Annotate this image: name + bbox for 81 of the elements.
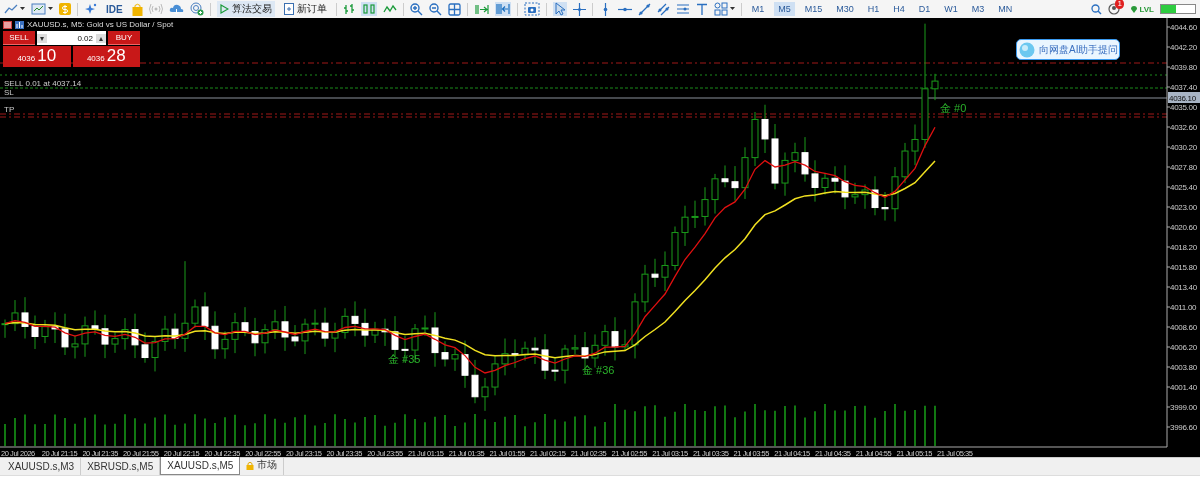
notification-badge: 1 (1115, 0, 1124, 9)
timeframe-button[interactable]: H1 (863, 2, 884, 16)
bar-chart-icon[interactable] (342, 2, 355, 16)
timeframe-button[interactable]: M30 (832, 2, 858, 16)
order-line-label: SL (4, 88, 14, 97)
text-tool-icon[interactable] (695, 2, 708, 16)
price-tick-label: 4044.60 (1170, 23, 1197, 32)
price-tick-label: 4006.20 (1170, 343, 1197, 352)
price-tick-label: 4027.80 (1170, 163, 1197, 172)
grid-icon[interactable] (447, 2, 461, 16)
position-label: 金 #0 (940, 102, 967, 114)
caret-icon[interactable] (20, 7, 25, 11)
zoom-out-icon[interactable] (428, 2, 442, 16)
globe-plus-icon[interactable] (189, 2, 204, 16)
new-order-icon (283, 3, 294, 15)
chart-icon[interactable] (15, 20, 24, 29)
shapes-icon[interactable] (713, 2, 728, 16)
chart-title: XAUUSD.s, M5: Gold vs US Dollar / Spot (27, 20, 174, 29)
line-chart-icon[interactable] (4, 3, 18, 15)
zoom-in-icon[interactable] (409, 2, 423, 16)
price-tick-label: 3996.60 (1170, 423, 1197, 432)
price-tick-label: 4011.00 (1170, 303, 1197, 312)
price-tick-label: 4018.20 (1170, 243, 1197, 252)
new-order-button[interactable]: 新订单 (280, 1, 330, 17)
price-tick-label: 4039.80 (1170, 63, 1197, 72)
price-tick-label: 4001.40 (1170, 383, 1197, 392)
price-tick-label: 4042.20 (1170, 43, 1197, 52)
timeframe-button[interactable]: M15 (800, 2, 827, 16)
lot-field[interactable]: ▾ 0.02 ▴ (37, 31, 106, 45)
price-tick-label: 4015.80 (1170, 263, 1197, 272)
cloud-icon[interactable] (168, 3, 184, 15)
chart-shift-icon[interactable] (494, 2, 511, 16)
ai-assistant-button[interactable]: 向网盘AI助手提问 (1016, 39, 1120, 60)
line-chart-icon[interactable] (382, 3, 397, 15)
ide-button[interactable]: IDE (103, 2, 126, 16)
trend-line-icon[interactable] (637, 2, 651, 16)
pin-icon (1130, 5, 1139, 13)
buy-button[interactable]: BUY (108, 31, 140, 45)
timeframe-button[interactable]: D1 (914, 2, 935, 16)
current-price-label: 4036.10 (1168, 92, 1200, 103)
timeframe-button[interactable]: W1 (940, 2, 962, 16)
crosshair-icon[interactable] (572, 2, 586, 16)
screenshot-icon[interactable] (523, 2, 540, 16)
chart-tab[interactable]: XAUUSD.s,M5 (160, 457, 241, 475)
algo-trading-button[interactable]: 算法交易 (216, 1, 275, 17)
sparkle-icon[interactable] (84, 2, 97, 16)
window-icon[interactable] (31, 3, 46, 15)
caret-icon[interactable] (48, 7, 53, 11)
position-label: 金 #36 (582, 364, 615, 376)
timeframe-button[interactable]: M3 (967, 2, 989, 16)
search-icon[interactable] (1091, 3, 1103, 15)
timeframe-button[interactable]: M1 (747, 2, 769, 16)
price-tick-label: 4037.40 (1170, 83, 1197, 92)
price-tick-label: 4030.20 (1170, 143, 1197, 152)
buy-price[interactable]: 4036 28 (72, 46, 140, 67)
price-tick-label: 4008.60 (1170, 323, 1197, 332)
price-tick-label: 3999.00 (1170, 403, 1197, 412)
price-tick-label: 4013.40 (1170, 283, 1197, 292)
price-tick-label: 4020.60 (1170, 223, 1197, 232)
timeframe-button[interactable]: MN (994, 2, 1017, 16)
auto-scroll-icon[interactable] (473, 2, 489, 16)
cursor-icon[interactable] (552, 2, 567, 16)
sell-button[interactable]: SELL (3, 31, 35, 45)
position-label: 金 #35 (388, 353, 421, 365)
order-line-label: SELL 0.01 at 4037.14 (4, 79, 82, 88)
caret-icon[interactable] (729, 7, 735, 11)
candlestick-icon[interactable] (360, 2, 377, 16)
list-icon[interactable] (3, 20, 12, 29)
timeframe-button[interactable]: M5 (774, 2, 795, 16)
progress-meter (1160, 4, 1196, 14)
price-tick-label: 4003.80 (1170, 363, 1197, 372)
play-icon (219, 4, 229, 14)
sell-price[interactable]: 4036 10 (3, 46, 71, 67)
lock-icon (246, 460, 255, 470)
timeframe-button[interactable]: H4 (889, 2, 909, 16)
bubble-icon (1019, 41, 1035, 58)
price-tick-label: 4025.40 (1170, 183, 1197, 192)
price-tick-label: 4035.00 (1170, 103, 1197, 112)
order-line-label: TP (4, 105, 15, 114)
price-tick-label: 4023.00 (1170, 203, 1197, 212)
price-tick-label: 4032.60 (1170, 123, 1197, 132)
